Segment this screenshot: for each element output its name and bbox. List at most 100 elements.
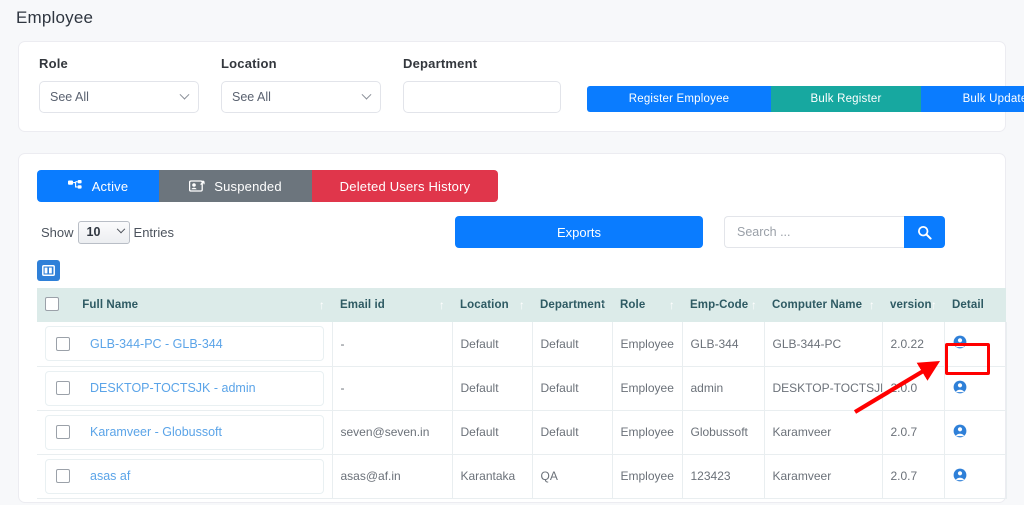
cell-location: Karantaka	[452, 454, 533, 499]
column-header-department-label: Department	[540, 299, 605, 311]
search-button[interactable]	[904, 216, 945, 248]
tab-deleted-users-history[interactable]: Deleted Users History	[312, 170, 498, 202]
column-header-email[interactable]: Email id ↑	[332, 288, 452, 322]
user-circle-icon[interactable]	[953, 335, 967, 352]
table-head: Full Name ↑ Email id ↑ Location ↑ Depart…	[37, 288, 1006, 322]
column-header-location[interactable]: Location ↑	[452, 288, 532, 322]
show-entries-group: Show 10 Entries	[37, 220, 178, 244]
employee-name-link[interactable]: asas af	[90, 469, 130, 483]
sort-icon[interactable]: ↑	[439, 298, 445, 312]
column-header-department[interactable]: Department ↑	[532, 288, 612, 322]
cell-role: Employee	[612, 366, 683, 411]
employee-name-link[interactable]: GLB-344-PC - GLB-344	[90, 337, 223, 351]
select-all-checkbox[interactable]	[45, 296, 59, 311]
location-filter: Location See All	[221, 56, 381, 113]
sort-icon[interactable]: ↑	[519, 298, 525, 312]
role-select-value: See All	[50, 90, 89, 104]
row-checkbox[interactable]	[56, 425, 70, 439]
chevron-down-icon	[179, 89, 190, 100]
cell-location: Default	[452, 322, 533, 367]
cell-full-name: GLB-344-PC - GLB-344	[37, 322, 333, 367]
employee-name-link[interactable]: Karamveer - Globussoft	[90, 425, 222, 439]
location-label: Location	[221, 56, 277, 71]
user-circle-icon[interactable]	[953, 380, 967, 397]
tab-deleted-label: Deleted Users History	[339, 178, 471, 194]
location-select[interactable]: See All	[221, 81, 381, 113]
register-employee-button[interactable]: Register Employee	[587, 86, 771, 112]
tab-bar: Active Suspended Deleted Users History	[37, 170, 987, 202]
column-header-emp-code[interactable]: Emp-Code ↑	[682, 288, 764, 322]
row-checkbox[interactable]	[56, 381, 70, 395]
cell-department: QA	[532, 454, 613, 499]
employee-name-link[interactable]: DESKTOP-TOCTSJK - admin	[90, 381, 256, 395]
table-row[interactable]: DESKTOP-TOCTSJK - admin - Default Defaul…	[37, 366, 1007, 411]
cell-email: seven@seven.in	[332, 410, 453, 455]
cell-emp-code: GLB-344	[682, 322, 765, 367]
employee-table: Full Name ↑ Email id ↑ Location ↑ Depart…	[37, 288, 1007, 499]
name-inner: GLB-344-PC - GLB-344	[45, 326, 324, 362]
column-header-detail-label: Detail	[952, 299, 984, 311]
page-title: Employee	[16, 8, 94, 27]
table-row[interactable]: Karamveer - Globussoft seven@seven.in De…	[37, 410, 1007, 455]
column-header-version-label: version	[890, 299, 932, 311]
entries-label: Entries	[133, 224, 174, 240]
table-row[interactable]: asas af asas@af.in Karantaka QA Employee…	[37, 454, 1007, 499]
sort-icon[interactable]: ↑	[931, 298, 937, 312]
cell-full-name: Karamveer - Globussoft	[37, 410, 333, 455]
employee-table-card: Active Suspended Deleted Users History S…	[18, 153, 1007, 503]
sort-icon[interactable]: ↑	[751, 298, 757, 312]
sort-icon[interactable]: ↑	[599, 298, 605, 312]
tab-active[interactable]: Active	[37, 170, 159, 202]
role-select[interactable]: See All	[39, 81, 199, 113]
action-button-group: Register Employee Bulk Register Bulk Upd…	[587, 86, 1024, 112]
role-filter: Role See All	[39, 56, 199, 113]
column-header-role[interactable]: Role ↑	[612, 288, 682, 322]
sort-icon[interactable]: ↑	[669, 298, 675, 312]
cell-computer-name: DESKTOP-TOCTSJK	[764, 366, 883, 411]
entries-select-value: 10	[86, 225, 101, 239]
column-header-full-name-label: Full Name	[82, 298, 139, 311]
search-input[interactable]: Search ...	[724, 216, 904, 248]
column-header-computer-name-label: Computer Name	[772, 299, 863, 311]
user-circle-icon[interactable]	[953, 468, 967, 485]
row-checkbox[interactable]	[56, 469, 70, 483]
sort-icon[interactable]: ↑	[319, 298, 325, 312]
column-header-location-label: Location	[460, 299, 509, 311]
show-label: Show	[41, 224, 74, 240]
column-header-version[interactable]: version ↑	[882, 288, 944, 322]
exports-button[interactable]: Exports	[455, 216, 703, 248]
name-inner: asas af	[45, 458, 324, 494]
cell-computer-name: Karamveer	[764, 410, 883, 455]
user-circle-icon[interactable]	[953, 424, 967, 441]
cell-version: 2.0.0	[882, 366, 945, 411]
column-header-emp-code-label: Emp-Code	[690, 299, 749, 311]
chevron-down-icon	[361, 89, 372, 100]
column-picker-button[interactable]	[37, 260, 60, 281]
cell-emp-code: Globussoft	[682, 410, 765, 455]
cell-department: Default	[532, 410, 613, 455]
row-checkbox[interactable]	[56, 336, 70, 351]
sort-icon[interactable]: ↑	[869, 298, 875, 312]
column-header-computer-name[interactable]: Computer Name ↑	[764, 288, 882, 322]
table-header-row: Full Name ↑ Email id ↑ Location ↑ Depart…	[37, 288, 1006, 322]
column-header-detail: Detail	[944, 288, 1006, 322]
cell-location: Default	[452, 410, 533, 455]
filter-card: Role See All Location See All Department	[18, 41, 1024, 132]
bulk-register-button[interactable]: Bulk Register	[771, 86, 921, 112]
location-select-value: See All	[232, 90, 271, 104]
column-header-role-label: Role	[620, 299, 646, 311]
entries-select[interactable]: 10	[77, 220, 130, 244]
table-row[interactable]: GLB-344-PC - GLB-344 - Default Default E…	[37, 322, 1007, 367]
cell-role: Employee	[612, 322, 683, 367]
cell-version: 2.0.7	[882, 454, 945, 499]
bulk-update-button[interactable]: Bulk Update	[921, 86, 1024, 112]
cell-department: Default	[532, 322, 613, 367]
cell-full-name: DESKTOP-TOCTSJK - admin	[37, 366, 333, 411]
table-controls: Show 10 Entries Exports Search ...	[37, 216, 987, 248]
cell-emp-code: 123423	[682, 454, 765, 499]
tab-suspended[interactable]: Suspended	[159, 170, 312, 202]
department-input[interactable]	[403, 81, 561, 113]
cell-email: -	[332, 322, 453, 367]
column-header-full-name[interactable]: Full Name ↑	[37, 288, 332, 322]
column-picker-row	[37, 260, 987, 282]
